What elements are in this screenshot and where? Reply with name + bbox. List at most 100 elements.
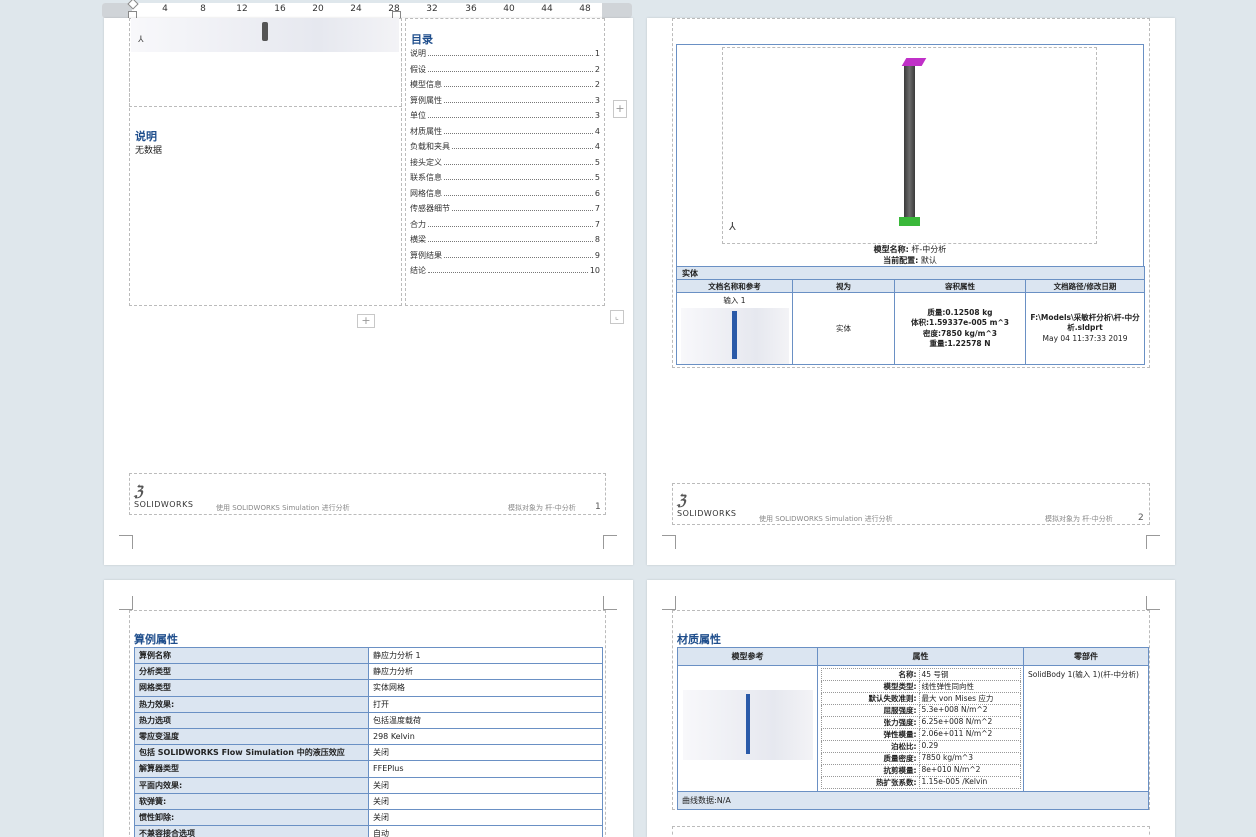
model-name-value: 杆-中分析 — [911, 245, 947, 254]
property-row: 默认失败准则: 最大 von Mises 应力 — [820, 692, 1021, 705]
toc-entry[interactable]: 材质属性 4 — [410, 124, 600, 140]
solidworks-logo: ℨ SOLIDWORKS — [677, 493, 736, 518]
document-page-4: 材质属性 模型参考 属性 零部件 名称: 45 号钢 模型类型: 线性弹性同向性 默认失… — [647, 580, 1175, 837]
ruler-tick: 4 — [162, 4, 168, 14]
toc-page-number: 6 — [594, 188, 600, 198]
property-row: 屈服强度: 5.3e+008 N/m^2 — [820, 704, 1021, 717]
footer-right-text: 模拟对象为 杆-中分析 — [508, 504, 576, 512]
property-name: 网格类型 — [134, 679, 369, 697]
ds-logo-icon: ℨ — [677, 493, 686, 509]
page-number: 2 — [1138, 513, 1144, 523]
crop-mark — [662, 596, 676, 610]
material-prop-value: 6.25e+008 N/m^2 — [918, 716, 1021, 729]
density-value: 密度:7850 kg/m^3 — [923, 328, 997, 338]
material-prop-name: 张力强度: — [820, 716, 920, 729]
property-row: 热扩张系数: 1.15e-005 /Kelvin — [820, 776, 1021, 789]
toc-entry[interactable]: 联系信息 5 — [410, 170, 600, 186]
toc-page-number: 2 — [594, 80, 600, 90]
toc-page-number: 7 — [594, 204, 600, 214]
crop-mark — [1146, 535, 1160, 549]
material-properties-heading: 材质属性 — [677, 633, 721, 646]
model-ref-cell — [677, 665, 818, 792]
toc-entry[interactable]: 假设 2 — [410, 62, 600, 78]
toc-entry[interactable]: 横梁 8 — [410, 232, 600, 248]
toc-entry-label: 负载和夹具 — [410, 142, 450, 152]
table-row: 名称: 45 号钢 模型类型: 线性弹性同向性 默认失败准则: 最大 von Mises … — [677, 665, 1149, 792]
column-header: 容积属性 — [894, 279, 1026, 293]
bar-thumbnail-shape — [745, 694, 750, 754]
model-image-frame: ⅄ 模型名称: 杆-中分析 当前配置: 默认 — [676, 44, 1144, 267]
toc-entry-label: 横梁 — [410, 235, 426, 245]
property-name: 解算器类型 — [134, 760, 369, 778]
toc-leader-dots — [444, 163, 593, 165]
table-row: 热力选项 包括温度载荷 — [134, 711, 603, 729]
add-column-button[interactable]: + — [613, 100, 627, 118]
material-prop-value: 1.15e-005 /Kelvin — [918, 776, 1021, 789]
horizontal-ruler[interactable]: 4 8 12 16 20 24 28 32 36 40 44 48 — [102, 0, 632, 20]
ruler-tick: 48 — [579, 4, 591, 14]
properties-list: 名称: 45 号钢 模型类型: 线性弹性同向性 默认失败准则: 最大 von Mises … — [820, 668, 1021, 789]
crop-mark — [119, 535, 133, 549]
model-name-label: 模型名称: — [873, 245, 909, 254]
property-value: 静应力分析 — [368, 663, 603, 681]
toc-entry[interactable]: 算例属性 3 — [410, 93, 600, 109]
property-name: 热力选项 — [134, 711, 369, 729]
property-value: 关闭 — [368, 776, 603, 794]
material-prop-name: 弹性模量: — [820, 728, 920, 741]
ruler-tick: 8 — [200, 4, 206, 14]
toc-entry[interactable]: 合力 7 — [410, 217, 600, 233]
material-prop-value: 45 号钢 — [918, 668, 1021, 681]
ruler-tick: 20 — [312, 4, 324, 14]
toc-entry[interactable]: 算例结果 9 — [410, 248, 600, 264]
modified-date: May 04 11:37:33 2019 — [1042, 333, 1128, 343]
toc-entry[interactable]: 模型信息 2 — [410, 77, 600, 93]
property-name: 包括 SOLIDWORKS Flow Simulation 中的液压效应 — [134, 744, 369, 762]
property-value: 实体网格 — [368, 679, 603, 697]
material-prop-name: 抗剪模量: — [820, 764, 920, 777]
toc-leader-dots — [444, 86, 593, 88]
toc-entry[interactable]: 结论 10 — [410, 263, 600, 279]
bar-thumbnail-shape — [731, 311, 737, 359]
axis-triad-icon: ⅄ — [138, 35, 144, 45]
material-prop-value: 0.29 — [918, 740, 1021, 753]
property-row: 名称: 45 号钢 — [820, 668, 1021, 681]
properties-cell: 名称: 45 号钢 模型类型: 线性弹性同向性 默认失败准则: 最大 von Mises … — [817, 665, 1024, 792]
table-row: 算例名称 静应力分析 1 — [134, 646, 603, 665]
crop-mark — [603, 596, 617, 610]
toc-entry[interactable]: 单位 3 — [410, 108, 600, 124]
add-row-button[interactable]: + — [357, 314, 375, 328]
material-prop-name: 热扩张系数: — [820, 776, 920, 789]
document-page-2: ⅄ 模型名称: 杆-中分析 当前配置: 默认 实体 文档名称和参考 视为 容积属… — [647, 18, 1175, 565]
property-row: 抗剪模量: 8e+010 N/m^2 — [820, 764, 1021, 777]
toc-leader-dots — [444, 101, 593, 103]
property-value: 自动 — [368, 825, 603, 837]
toc-entry[interactable]: 说明 1 — [410, 46, 600, 62]
toc-entry[interactable]: 传感器细节 7 — [410, 201, 600, 217]
table-row: 解算器类型 FFEPlus — [134, 760, 603, 778]
fixture-marker — [899, 217, 920, 226]
ref-text: 输入 1 — [723, 296, 746, 305]
property-row: 质量密度: 7850 kg/m^3 — [820, 752, 1021, 765]
column-header: 属性 — [817, 647, 1024, 666]
toc-leader-dots — [444, 179, 593, 181]
toc-entry[interactable]: 接头定义 5 — [410, 155, 600, 171]
toc-entry[interactable]: 负载和夹具 4 — [410, 139, 600, 155]
toc-leader-dots — [428, 117, 593, 119]
solidworks-logo: ℨ SOLIDWORKS — [134, 484, 193, 509]
property-value: 包括温度载荷 — [368, 711, 603, 729]
property-name: 零应变温度 — [134, 727, 369, 746]
toc-page-number: 7 — [594, 219, 600, 229]
property-name: 不兼容接合选项 — [134, 825, 369, 837]
ruler-tick: 24 — [350, 4, 362, 14]
crop-mark — [1146, 596, 1160, 610]
crop-mark — [603, 535, 617, 549]
ds-logo-icon: ℨ — [134, 484, 143, 500]
table-row: 分析类型 静应力分析 — [134, 663, 603, 681]
table-row: 惯性卸除: 关闭 — [134, 808, 603, 827]
resize-table-handle[interactable]: ⌞ — [610, 310, 624, 324]
toc-entry-label: 算例结果 — [410, 250, 442, 260]
table-of-contents: 说明 1 假设 2 模型信息 2 算例属性 3 单位 3 材质属性 4 负载和夹具 4 接头定义 5 联系信息 5… — [410, 46, 600, 279]
toc-entry[interactable]: 网格信息 6 — [410, 186, 600, 202]
ruler-right-margin — [602, 3, 632, 18]
toc-page-number: 10 — [589, 266, 600, 276]
